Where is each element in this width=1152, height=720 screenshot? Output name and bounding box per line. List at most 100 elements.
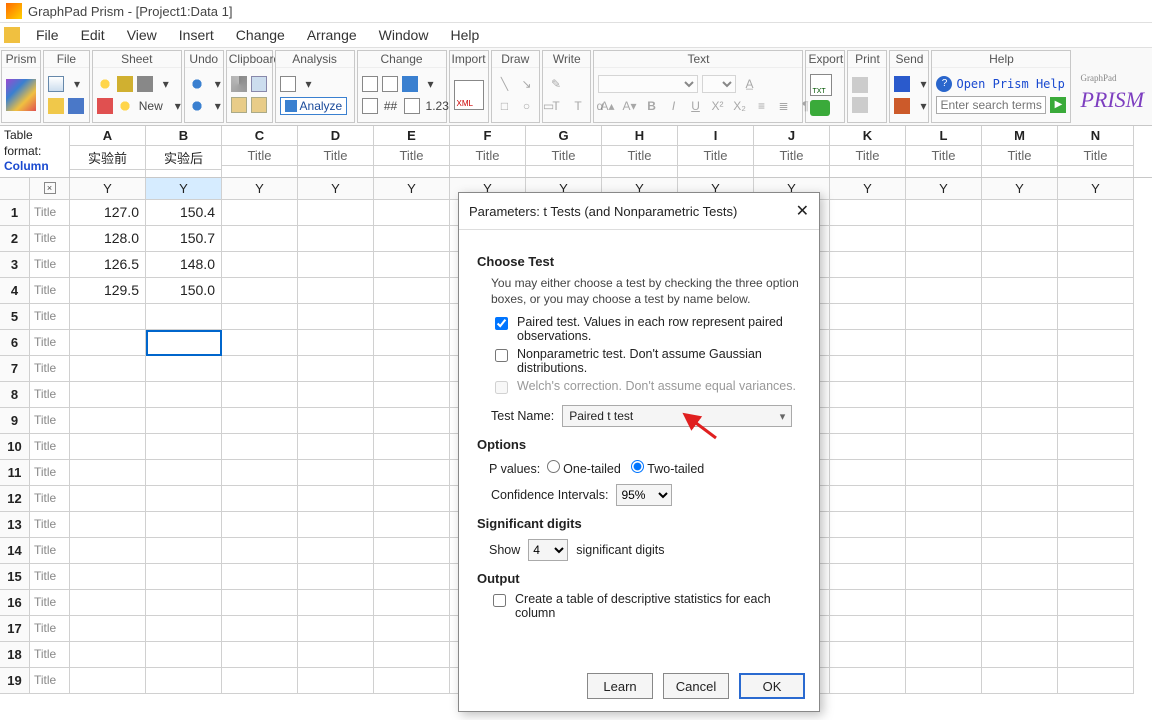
cancel-button[interactable]: Cancel <box>663 673 729 699</box>
cell-A-17[interactable] <box>70 616 146 642</box>
cell-M-17[interactable] <box>982 616 1058 642</box>
cell-L-17[interactable] <box>906 616 982 642</box>
cell-D-4[interactable] <box>298 278 374 304</box>
column-title[interactable]: Title <box>602 146 677 166</box>
cell-L-3[interactable] <box>906 252 982 278</box>
cell-C-3[interactable] <box>222 252 298 278</box>
row-title[interactable]: Title <box>30 200 70 226</box>
cell-M-10[interactable] <box>982 434 1058 460</box>
cell-N-7[interactable] <box>1058 356 1134 382</box>
cell-A-1[interactable]: 127.0 <box>70 200 146 226</box>
paste-icon[interactable] <box>231 97 247 113</box>
y-close-cell[interactable]: × <box>30 178 70 200</box>
cell-K-11[interactable] <box>830 460 906 486</box>
cell-C-18[interactable] <box>222 642 298 668</box>
undo-icon[interactable] <box>189 76 205 92</box>
paste-special-icon[interactable] <box>251 97 267 113</box>
column-title[interactable]: 实验后 <box>146 146 221 170</box>
cell-E-4[interactable] <box>374 278 450 304</box>
cell-K-4[interactable] <box>830 278 906 304</box>
cell-D-3[interactable] <box>298 252 374 278</box>
cell-L-15[interactable] <box>906 564 982 590</box>
new-sheet-icon[interactable] <box>117 98 133 114</box>
cell-M-11[interactable] <box>982 460 1058 486</box>
cell-B-11[interactable] <box>146 460 222 486</box>
cell-B-2[interactable]: 150.7 <box>146 226 222 252</box>
cell-D-14[interactable] <box>298 538 374 564</box>
cell-A-2[interactable]: 128.0 <box>70 226 146 252</box>
cell-A-10[interactable] <box>70 434 146 460</box>
y-header-B[interactable]: Y <box>146 178 222 200</box>
cell-B-10[interactable] <box>146 434 222 460</box>
y-header-M[interactable]: Y <box>982 178 1058 200</box>
menu-file[interactable]: File <box>26 25 69 45</box>
cell-N-6[interactable] <box>1058 330 1134 356</box>
cell-E-1[interactable] <box>374 200 450 226</box>
cell-L-7[interactable] <box>906 356 982 382</box>
cell-N-9[interactable] <box>1058 408 1134 434</box>
row-title[interactable]: Title <box>30 564 70 590</box>
cell-N-2[interactable] <box>1058 226 1134 252</box>
cell-E-6[interactable] <box>374 330 450 356</box>
dialog-close-icon[interactable]: ✕ <box>796 201 809 221</box>
cell-C-15[interactable] <box>222 564 298 590</box>
ok-button[interactable]: OK <box>739 673 805 699</box>
send-ppt-icon[interactable] <box>894 98 910 114</box>
change-icon3[interactable] <box>402 76 418 92</box>
row-number[interactable]: 14 <box>0 538 30 564</box>
y-header-L[interactable]: Y <box>906 178 982 200</box>
cell-E-7[interactable] <box>374 356 450 382</box>
cell-E-17[interactable] <box>374 616 450 642</box>
cell-D-7[interactable] <box>298 356 374 382</box>
menu-help[interactable]: Help <box>440 25 489 45</box>
print-preview-icon[interactable] <box>852 97 868 113</box>
row-number[interactable]: 1 <box>0 200 30 226</box>
menu-window[interactable]: Window <box>369 25 439 45</box>
cell-D-13[interactable] <box>298 512 374 538</box>
cell-D-17[interactable] <box>298 616 374 642</box>
column-header-I[interactable]: ITitle <box>678 126 754 177</box>
column-header-H[interactable]: HTitle <box>602 126 678 177</box>
import-xml-icon[interactable]: XML <box>454 80 484 110</box>
y-header-C[interactable]: Y <box>222 178 298 200</box>
cell-M-8[interactable] <box>982 382 1058 408</box>
row-number[interactable]: 6 <box>0 330 30 356</box>
close-x-icon[interactable]: × <box>44 182 56 194</box>
row-title[interactable]: Title <box>30 486 70 512</box>
cell-C-2[interactable] <box>222 226 298 252</box>
cell-N-5[interactable] <box>1058 304 1134 330</box>
cell-N-4[interactable] <box>1058 278 1134 304</box>
cell-D-11[interactable] <box>298 460 374 486</box>
cell-N-14[interactable] <box>1058 538 1134 564</box>
column-header-G[interactable]: GTitle <box>526 126 602 177</box>
paired-checkbox[interactable] <box>495 317 508 330</box>
column-title[interactable]: Title <box>982 146 1057 166</box>
cell-N-3[interactable] <box>1058 252 1134 278</box>
new-file-drop[interactable]: ▾ <box>68 75 86 93</box>
column-title[interactable]: Title <box>678 146 753 166</box>
cell-C-12[interactable] <box>222 486 298 512</box>
y-header-K[interactable]: Y <box>830 178 906 200</box>
cell-B-3[interactable]: 148.0 <box>146 252 222 278</box>
row-title[interactable]: Title <box>30 408 70 434</box>
row-title[interactable]: Title <box>30 278 70 304</box>
learn-button[interactable]: Learn <box>587 673 653 699</box>
cell-C-1[interactable] <box>222 200 298 226</box>
decimal-icon[interactable]: 1.23 <box>424 97 451 115</box>
cell-K-10[interactable] <box>830 434 906 460</box>
cell-K-14[interactable] <box>830 538 906 564</box>
delete-icon[interactable] <box>97 98 113 114</box>
help-icon[interactable]: ? <box>936 76 952 92</box>
cell-D-6[interactable] <box>298 330 374 356</box>
cell-K-9[interactable] <box>830 408 906 434</box>
cell-A-4[interactable]: 129.5 <box>70 278 146 304</box>
column-header-F[interactable]: FTitle <box>450 126 526 177</box>
row-title[interactable]: Title <box>30 642 70 668</box>
cell-L-18[interactable] <box>906 642 982 668</box>
cell-K-15[interactable] <box>830 564 906 590</box>
row-number[interactable]: 9 <box>0 408 30 434</box>
cell-E-8[interactable] <box>374 382 450 408</box>
column-title[interactable]: Title <box>222 146 297 166</box>
cell-N-13[interactable] <box>1058 512 1134 538</box>
row-number[interactable]: 11 <box>0 460 30 486</box>
